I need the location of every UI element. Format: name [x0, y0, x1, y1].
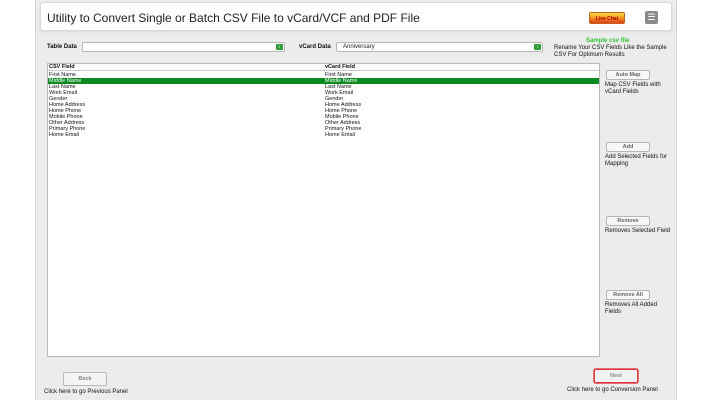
vcard-data-value: Anniversary	[343, 44, 375, 50]
table-row[interactable]: Home Email Home Email	[48, 132, 599, 138]
table-data-select[interactable]: ↕	[82, 42, 285, 52]
select-arrows-icon: ↕	[276, 44, 283, 50]
auto-map-help: Map CSV Fields with vCard Fields	[605, 82, 661, 95]
sample-note: Rename Your CSV Fields Like the Sample C…	[554, 45, 667, 58]
remove-all-button[interactable]: Remove All	[606, 290, 650, 300]
vcard-field-cell: Home Email	[325, 132, 355, 138]
table-header: CSV Field vCard Field	[48, 64, 599, 71]
remove-help: Removes Selected Field	[605, 228, 671, 234]
auto-map-button[interactable]: Auto Map	[606, 70, 650, 80]
sample-csv-link[interactable]: Sample csv file	[586, 38, 629, 44]
add-help: Add Selected Fields for Mapping	[605, 154, 668, 167]
csv-field-cell: Home Email	[49, 132, 79, 138]
field-mapping-table: CSV Field vCard Field First Name First Na…	[47, 63, 600, 357]
app-window: Utility to Convert Single or Batch CSV F…	[35, 0, 677, 400]
back-button[interactable]: Back	[63, 372, 107, 386]
live-chat-button[interactable]: Live Chat	[589, 12, 625, 24]
header-bar: Utility to Convert Single or Batch CSV F…	[40, 2, 672, 31]
table-data-label: Table Data	[47, 44, 77, 50]
next-button[interactable]: Next	[593, 368, 639, 384]
remove-button[interactable]: Remove	[606, 216, 650, 226]
column-header-vcard: vCard Field	[325, 64, 355, 70]
page-title: Utility to Convert Single or Batch CSV F…	[47, 11, 420, 25]
select-arrows-icon: ↕	[534, 44, 541, 50]
vcard-data-select[interactable]: Anniversary ↕	[336, 42, 543, 52]
add-button[interactable]: Add	[606, 142, 650, 152]
back-help: Click here to go Previous Panel	[44, 389, 128, 395]
next-help: Click here to go Conversion Panel	[567, 387, 658, 393]
remove-all-help: Removes All Added Fields	[605, 302, 658, 315]
vcard-data-label: vCard Data	[299, 44, 331, 50]
column-header-csv: CSV Field	[49, 64, 75, 70]
hamburger-menu-icon[interactable]: ☰	[645, 11, 658, 24]
